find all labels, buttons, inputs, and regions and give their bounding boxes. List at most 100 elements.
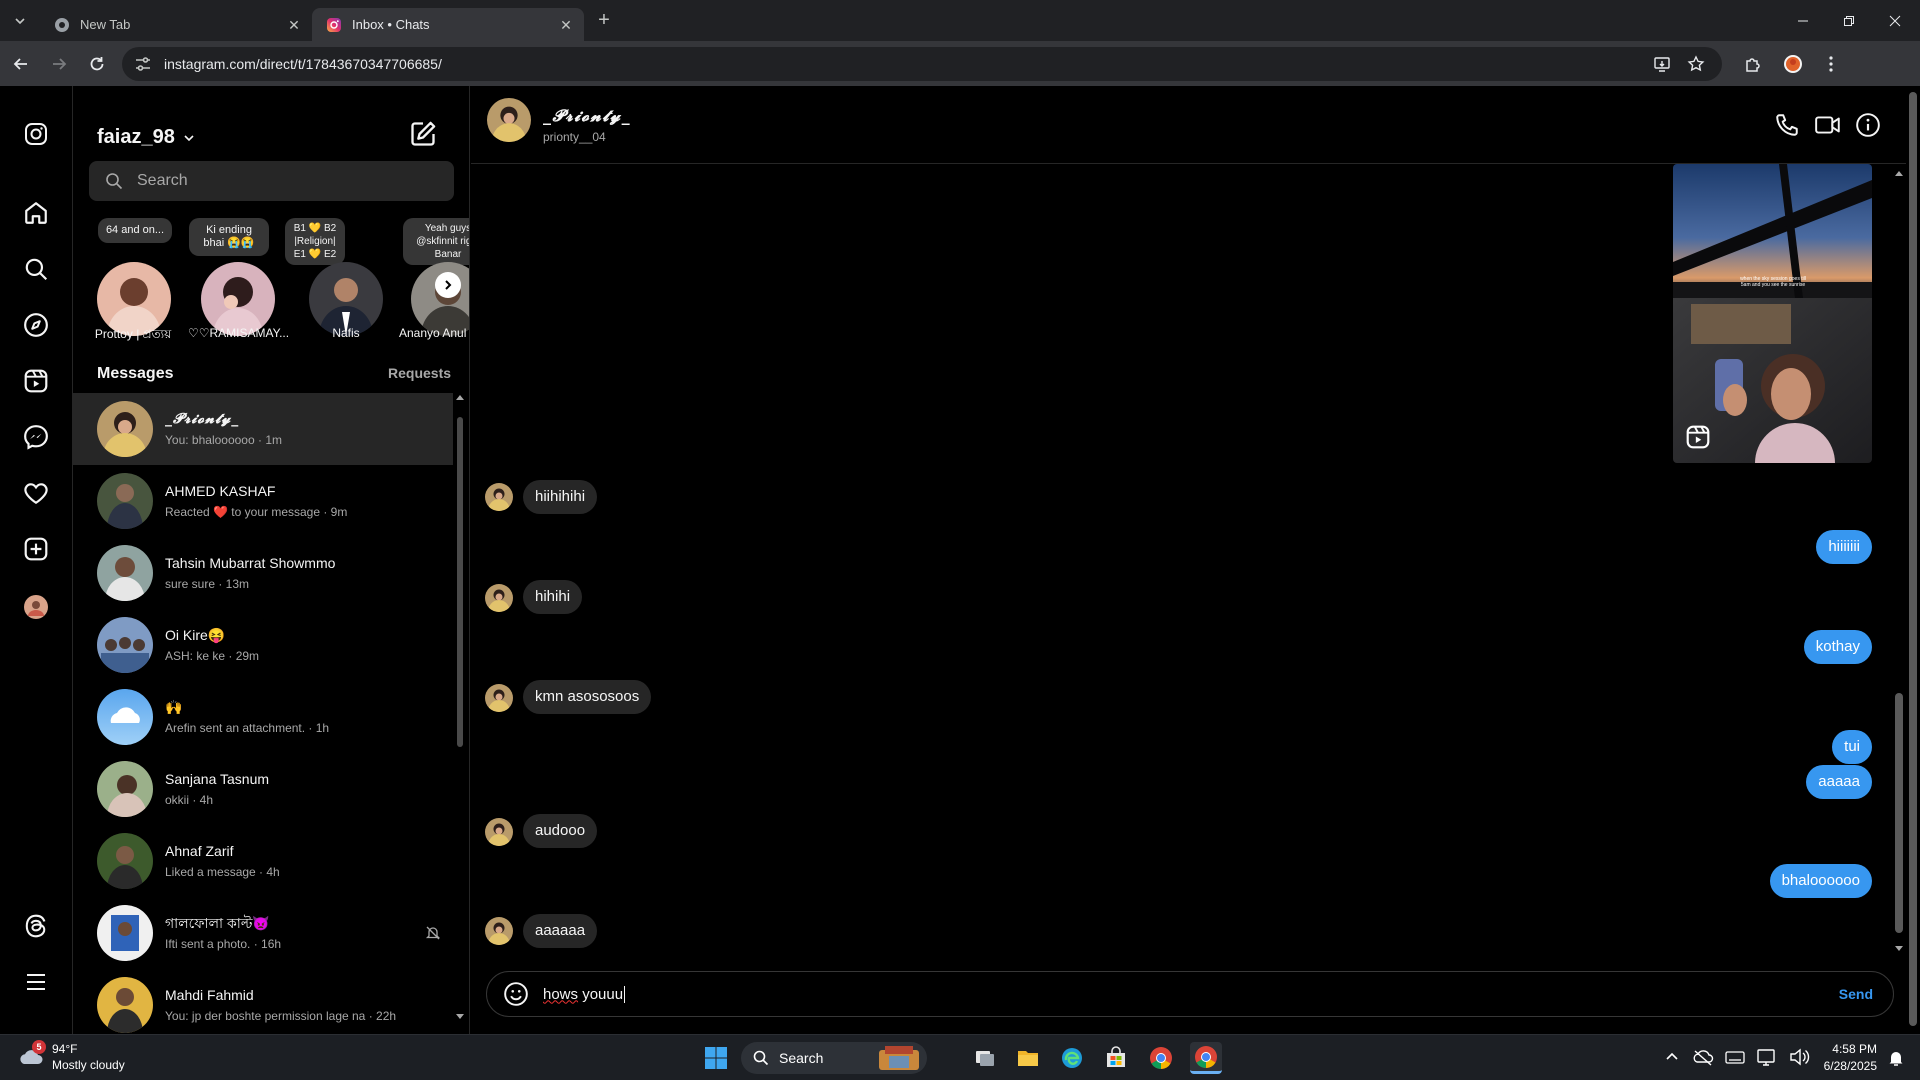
thread-preview: okkii · 4h: [165, 793, 214, 807]
inbox-scrollbar[interactable]: [455, 393, 465, 1021]
search-input[interactable]: Search: [89, 161, 454, 201]
nav-create[interactable]: [18, 531, 54, 567]
message-bubble-sent[interactable]: hiiiiiii: [1816, 530, 1872, 564]
taskbar-file-explorer[interactable]: [1012, 1042, 1044, 1074]
message-composer[interactable]: hows youuu Send: [486, 971, 1894, 1017]
note-bubble[interactable]: 64 and on...: [95, 218, 175, 243]
message-bubble-sent[interactable]: aaaaa: [1806, 765, 1872, 799]
tab-search-button[interactable]: [6, 7, 34, 35]
scrollbar-thumb[interactable]: [457, 417, 463, 747]
message-input[interactable]: hows youuu: [543, 985, 1839, 1003]
thread-item-mahdi[interactable]: Mahdi Fahmid You: jp der boshte permissio…: [73, 969, 453, 1034]
chat-panel: _𝓟𝓻𝓲𝓸𝓷𝓽𝔂_ prionty__04 when the sky sessi…: [471, 86, 1920, 1034]
message-bubble-received[interactable]: hiihihihi: [523, 480, 598, 514]
messages-heading: Messages: [97, 365, 174, 382]
taskbar-search[interactable]: Search: [741, 1042, 927, 1074]
nav-reels[interactable]: [18, 363, 54, 399]
windows-taskbar: 5 94°F Mostly cloudy Search 4:58 PM 6/28/…: [0, 1034, 1920, 1080]
taskbar-edge[interactable]: [1056, 1042, 1088, 1074]
nav-threads[interactable]: [18, 908, 54, 944]
close-icon[interactable]: ✕: [558, 17, 574, 33]
note-avatar[interactable]: [309, 262, 383, 336]
nav-home[interactable]: [18, 195, 54, 231]
thread-item-prionty[interactable]: _𝓟𝓻𝓲𝓸𝓷𝓽𝔂_ You: bhaloooooo · 1m: [73, 393, 453, 465]
thread-item-tahsin[interactable]: Tahsin Mubarrat Showmmo sure sure · 13m: [73, 537, 453, 609]
taskbar-chrome[interactable]: [1145, 1042, 1177, 1074]
minimize-button[interactable]: [1780, 0, 1826, 41]
profile-button[interactable]: [1776, 47, 1810, 81]
note-bubble[interactable]: Yeah guys @skfinnit right Banar: [403, 218, 469, 265]
nav-notifications[interactable]: [18, 475, 54, 511]
emoji-picker-icon[interactable]: [503, 981, 529, 1007]
onedrive-icon[interactable]: [1692, 1043, 1714, 1071]
tab-new-tab[interactable]: New Tab ✕: [40, 8, 312, 41]
start-button[interactable]: [700, 1042, 732, 1074]
taskbar-clock[interactable]: 4:58 PM 6/28/2025: [1815, 1041, 1877, 1075]
close-icon[interactable]: ✕: [286, 17, 302, 33]
send-button[interactable]: Send: [1839, 986, 1873, 1002]
browser-menu-button[interactable]: [1814, 47, 1848, 81]
thread-item-ahnaf[interactable]: Ahnaf Zarif Liked a message · 4h: [73, 825, 453, 897]
account-switcher[interactable]: faiaz_98: [97, 126, 195, 149]
taskbar-store[interactable]: [1100, 1042, 1132, 1074]
thread-item-group[interactable]: 🙌 Arefin sent an attachment. · 1h: [73, 681, 453, 753]
edge-icon: [1062, 1048, 1082, 1068]
thread-item-sanjana[interactable]: Sanjana Tasnum okkii · 4h: [73, 753, 453, 825]
message-bubble-sent[interactable]: tui: [1832, 730, 1872, 764]
taskbar-chrome-active[interactable]: [1190, 1042, 1222, 1074]
page-scrollbar[interactable]: [1906, 86, 1920, 1034]
message-bubble-received[interactable]: audooo: [523, 814, 598, 848]
forward-button[interactable]: [42, 47, 76, 81]
scrollbar-thumb[interactable]: [1895, 693, 1903, 933]
new-message-button[interactable]: [409, 120, 437, 148]
tab-inbox-chats[interactable]: Inbox • Chats ✕: [312, 8, 584, 41]
thread-item-ahmed-kashaf[interactable]: AHMED KASHAF Reacted ❤️ to your message ·…: [73, 465, 453, 537]
reload-button[interactable]: [80, 47, 114, 81]
bookmark-button[interactable]: [1682, 50, 1710, 78]
message-bubble-sent[interactable]: bhaloooooo: [1769, 864, 1872, 898]
shared-reel[interactable]: when the sky session goes till 5am and y…: [1673, 164, 1872, 463]
new-tab-button[interactable]: +: [590, 7, 618, 35]
install-app-button[interactable]: [1648, 50, 1676, 78]
nav-profile[interactable]: [18, 589, 54, 625]
message-bubble-received[interactable]: hihihi: [523, 580, 583, 614]
nav-explore[interactable]: [18, 307, 54, 343]
message-bubble-sent[interactable]: kothay: [1803, 630, 1872, 664]
extensions-button[interactable]: [1736, 47, 1770, 81]
requests-link[interactable]: Requests: [388, 365, 451, 381]
message-bubble-received[interactable]: aaaaaa: [523, 914, 598, 948]
chat-scrollbar[interactable]: [1891, 168, 1907, 954]
instagram-logo-button[interactable]: [18, 116, 54, 152]
nav-search[interactable]: [18, 251, 54, 287]
nav-messages[interactable]: [18, 419, 54, 455]
task-view-button[interactable]: [969, 1042, 1001, 1074]
notes-next-button[interactable]: [435, 272, 461, 298]
audio-call-button[interactable]: [1774, 112, 1802, 140]
weather-widget[interactable]: 5 94°F Mostly cloudy: [18, 1040, 125, 1073]
restore-button[interactable]: [1826, 0, 1872, 41]
notifications-button[interactable]: [1880, 1042, 1912, 1074]
thread-item-galfola-cult[interactable]: গালফোলা কাল্ট👿 Ifti sent a photo. · 16h: [73, 897, 453, 969]
close-window-button[interactable]: [1872, 0, 1918, 41]
chat-contact-name[interactable]: _𝓟𝓻𝓲𝓸𝓷𝓽𝔂_: [543, 106, 631, 126]
folder-icon: [1018, 1051, 1038, 1066]
avatar[interactable]: [487, 98, 531, 142]
keyboard-icon[interactable]: [1724, 1043, 1746, 1071]
note-bubble[interactable]: B1 💛 B2 |Religion| E1 💛 E2: [275, 218, 355, 265]
avatar: [97, 262, 171, 336]
nav-more[interactable]: [18, 964, 54, 1000]
note-bubble[interactable]: Ki ending bhai 😭😭: [189, 218, 269, 256]
back-button[interactable]: [4, 47, 38, 81]
address-bar[interactable]: instagram.com/direct/t/17843670347706685…: [122, 46, 1722, 81]
scrollbar-thumb[interactable]: [1909, 92, 1917, 1026]
instagram-icon: [25, 123, 47, 145]
message-bubble-received[interactable]: kmn asososoos: [523, 680, 652, 714]
note-avatar[interactable]: [201, 262, 275, 336]
conversation-info-button[interactable]: [1855, 112, 1883, 140]
network-icon[interactable]: [1756, 1043, 1778, 1071]
volume-icon[interactable]: [1788, 1043, 1810, 1071]
chevron-up-icon[interactable]: [1662, 1043, 1682, 1071]
video-call-button[interactable]: [1814, 112, 1842, 140]
thread-item-oi-kire[interactable]: Oi Kire😝 ASH: ke ke · 29m: [73, 609, 453, 681]
note-avatar[interactable]: [97, 262, 171, 336]
